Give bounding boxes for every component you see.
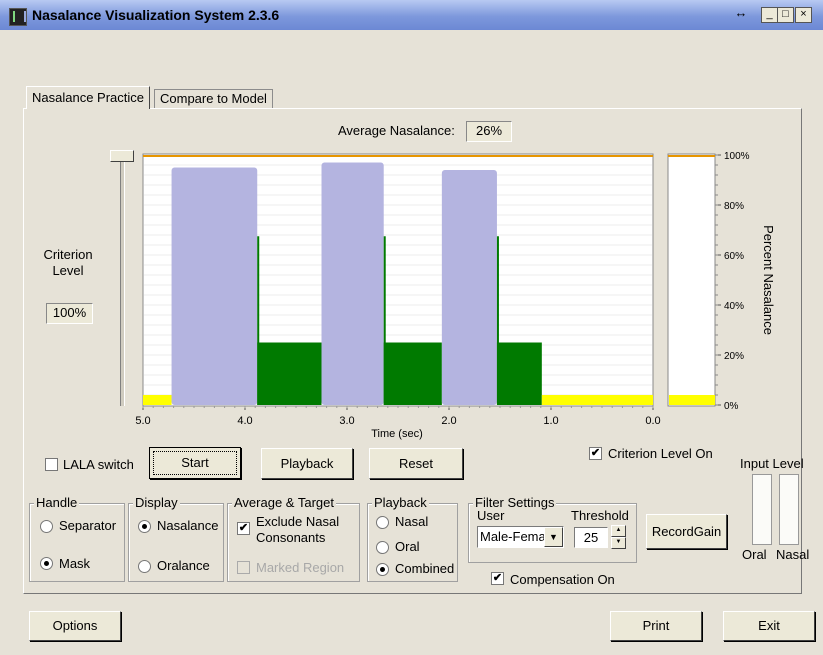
chevron-down-icon[interactable]: ▼ (544, 527, 563, 547)
y-axis-label: Percent Nasalance (761, 225, 776, 335)
lala-switch-checkbox[interactable] (45, 458, 58, 471)
handle-separator-radio[interactable] (40, 520, 53, 533)
app-window: Nasalance Visualization System 2.3.6 ↔ _… (0, 0, 823, 655)
side-baseline-bar (669, 395, 715, 405)
criterion-level-on-label: Criterion Level On (608, 446, 713, 461)
y-tick-label-1: 80% (724, 201, 744, 212)
nasal-meter-label: Nasal (776, 547, 810, 562)
playback-combined-radio[interactable] (376, 563, 389, 576)
compensation-on-label: Compensation On (510, 572, 615, 587)
criterion-level-on-checkbox[interactable]: ✔ (589, 447, 602, 460)
options-button[interactable]: Options (29, 611, 121, 641)
oral-spike-4 (383, 236, 386, 405)
compensation-on-checkbox[interactable]: ✔ (491, 572, 504, 585)
print-button[interactable]: Print (610, 611, 702, 641)
lala-switch-label: LALA switch (63, 457, 133, 472)
exclude-nasal-consonants-checkbox[interactable]: ✔ (237, 522, 250, 535)
playback-oral-radio[interactable] (376, 541, 389, 554)
x-tick-label-5: 0.0 (645, 415, 660, 427)
average-target-group-title: Average & Target (232, 495, 336, 511)
x-tick-label-0: 5.0 (135, 415, 150, 427)
nasal-level-meter (779, 474, 799, 545)
baseline-bar-0 (143, 395, 172, 405)
tab-nasalance-practice[interactable]: Nasalance Practice (26, 86, 150, 109)
handle-group-title: Handle (34, 495, 80, 511)
y-tick-label-0: 100% (724, 151, 750, 162)
reset-button[interactable]: Reset (369, 448, 463, 479)
nasal-bar-5 (441, 170, 497, 405)
display-oralance-label: Oralance (157, 558, 210, 573)
start-button[interactable]: Start (149, 447, 241, 479)
oral-level-meter (752, 474, 772, 545)
playback-combined-label: Combined (395, 561, 455, 576)
y-tick-label-5: 0% (724, 401, 739, 412)
handle-mask-radio[interactable] (40, 557, 53, 570)
y-tick-label-3: 40% (724, 301, 744, 312)
display-oralance-radio[interactable] (138, 560, 151, 573)
threshold-label: Threshold (571, 508, 629, 523)
x-tick-label-4: 1.0 (543, 415, 558, 427)
threshold-spin-up-icon[interactable]: ▲ (611, 525, 626, 537)
oral-bar-6 (496, 342, 542, 405)
x-tick-label-3: 2.0 (441, 415, 456, 427)
playback-button[interactable]: Playback (261, 448, 353, 479)
oral-bar-2 (257, 342, 322, 405)
handle-separator-label: Separator (59, 518, 117, 533)
nasal-bar-3 (321, 162, 384, 405)
threshold-spin-down-icon[interactable]: ▼ (611, 537, 626, 549)
filter-user-label: User (477, 508, 505, 523)
x-tick-label-1: 4.0 (237, 415, 252, 427)
baseline-bar-7 (541, 395, 653, 405)
playback-oral-label: Oral (395, 539, 420, 554)
x-tick-label-2: 3.0 (339, 415, 354, 427)
oral-meter-label: Oral (742, 547, 767, 562)
oral-bar-4 (383, 342, 442, 405)
y-tick-label-2: 60% (724, 251, 744, 262)
oral-spike-6 (496, 236, 499, 405)
x-axis-label: Time (sec) (371, 428, 423, 440)
input-level-label: Input Level (740, 456, 804, 471)
display-nasalance-label: Nasalance (157, 518, 219, 533)
display-nasalance-radio[interactable] (138, 520, 151, 533)
oral-spike-2 (257, 236, 260, 405)
user-select-value: Male-Female (480, 529, 544, 544)
marked-region-checkbox[interactable] (237, 561, 250, 574)
side-plot-area (667, 153, 716, 407)
exclude-nasal-label-line2: Consonants (256, 530, 326, 545)
record-gain-button[interactable]: RecordGain (646, 514, 727, 549)
handle-mask-label: Mask (59, 556, 91, 571)
playback-nasal-label: Nasal (395, 514, 429, 529)
nasal-bar-1 (171, 167, 258, 405)
user-select[interactable]: Male-Female ▼ (477, 526, 564, 548)
playback-group-title: Playback (372, 495, 429, 511)
exit-button[interactable]: Exit (723, 611, 815, 641)
playback-nasal-radio[interactable] (376, 516, 389, 529)
exclude-nasal-label-line1: Exclude Nasal (256, 514, 340, 529)
display-group-title: Display (133, 495, 180, 511)
y-tick-label-4: 20% (724, 351, 744, 362)
marked-region-label: Marked Region (256, 560, 345, 575)
threshold-input[interactable]: 25 (574, 527, 608, 548)
